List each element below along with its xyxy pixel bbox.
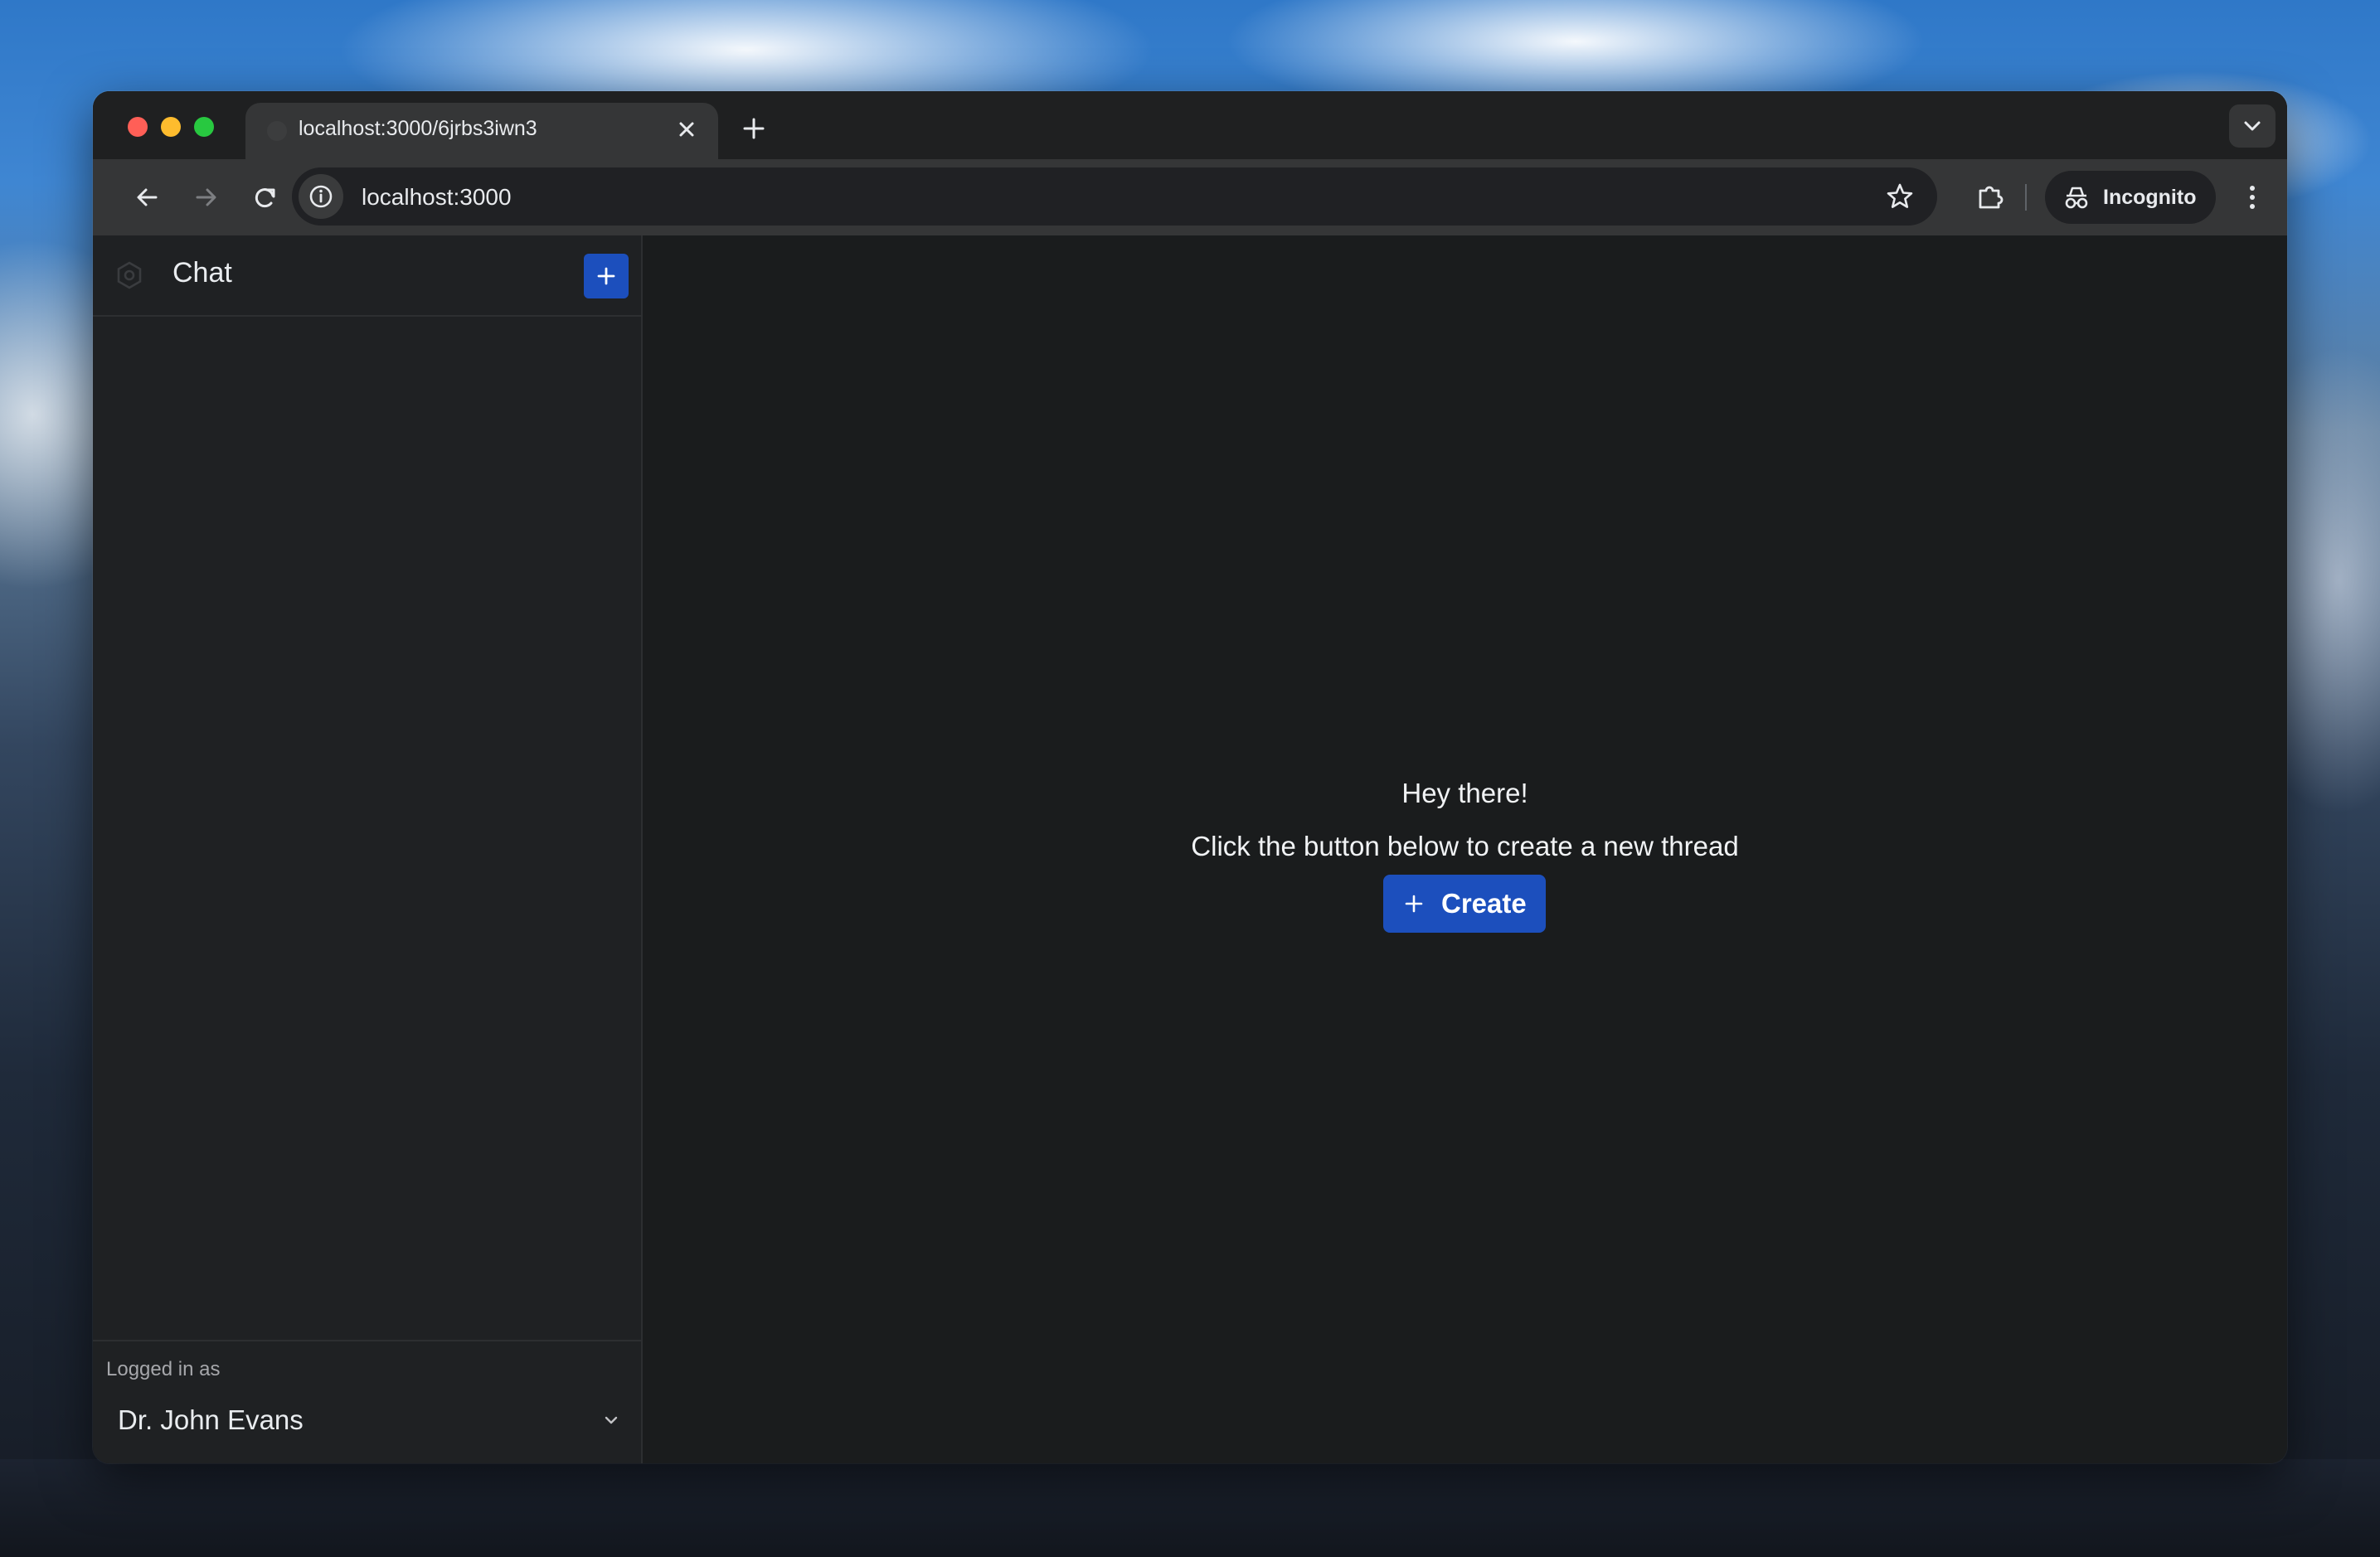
reload-button[interactable]: [245, 177, 285, 217]
user-select[interactable]: Dr. John Evans: [106, 1393, 632, 1448]
sidebar-title: Chat: [172, 257, 232, 289]
plus-icon: [743, 118, 765, 139]
greeting-text: Hey there!: [1401, 778, 1528, 808]
new-thread-button[interactable]: [584, 254, 629, 298]
close-icon[interactable]: [672, 114, 702, 144]
empty-state: Hey there! Click the button below to cre…: [643, 235, 2287, 1463]
chevron-down-icon: [2244, 121, 2261, 131]
extensions-button[interactable]: [1970, 177, 2010, 217]
close-window-button[interactable]: [128, 117, 148, 137]
sidebar: Chat Logged in as Dr. John Evans: [93, 235, 643, 1463]
plus-icon: [1403, 893, 1425, 914]
toolbar-divider: [2025, 184, 2027, 211]
forward-button[interactable]: [186, 177, 226, 217]
browser-menu-button[interactable]: [2236, 177, 2269, 217]
profile-label: Incognito: [2103, 186, 2197, 209]
main-panel: Hey there! Click the button below to cre…: [643, 235, 2287, 1463]
sidebar-footer: Logged in as Dr. John Evans: [93, 1340, 641, 1463]
kebab-icon: [2250, 186, 2255, 209]
info-icon[interactable]: [299, 174, 343, 219]
create-thread-button[interactable]: Create: [1383, 875, 1546, 933]
page-content: Chat Logged in as Dr. John Evans Hey the…: [93, 235, 2287, 1463]
puzzle-icon: [1979, 186, 2004, 209]
profile-button[interactable]: Incognito: [2045, 171, 2216, 224]
arrow-left-icon: [137, 188, 158, 206]
tab-strip: localhost:3000/6jrbs3iwn3: [93, 91, 2287, 159]
tab-title: localhost:3000/6jrbs3iwn3: [299, 117, 537, 140]
sidebar-header: Chat: [93, 235, 641, 317]
star-icon[interactable]: [1882, 179, 1917, 214]
maximize-window-button[interactable]: [194, 117, 214, 137]
minimize-window-button[interactable]: [161, 117, 181, 137]
reload-icon: [255, 188, 275, 208]
incognito-icon: [2062, 184, 2091, 211]
hexagon-logo-icon: [114, 260, 144, 290]
browser-tab[interactable]: localhost:3000/6jrbs3iwn3: [245, 103, 718, 159]
logged-in-label: Logged in as: [106, 1358, 221, 1380]
desktop-wallpaper: [0, 1459, 2380, 1557]
browser-window: localhost:3000/6jrbs3iwn3 localhost:3000: [93, 91, 2287, 1463]
plus-icon: [597, 267, 615, 285]
address-bar[interactable]: localhost:3000: [292, 167, 1937, 226]
browser-toolbar: localhost:3000 Incognito: [93, 159, 2287, 235]
create-button-label: Create: [1441, 888, 1527, 919]
back-button[interactable]: [128, 177, 168, 217]
tab-search-button[interactable]: [2229, 104, 2276, 148]
arrow-right-icon: [196, 188, 216, 206]
chevron-down-icon: [600, 1409, 622, 1431]
url-text[interactable]: localhost:3000: [362, 184, 512, 211]
new-tab-button[interactable]: [735, 109, 773, 148]
empty-state-message: Click the button below to create a new t…: [1191, 831, 1739, 861]
user-name: Dr. John Evans: [118, 1404, 304, 1435]
favicon-icon: [267, 121, 287, 141]
